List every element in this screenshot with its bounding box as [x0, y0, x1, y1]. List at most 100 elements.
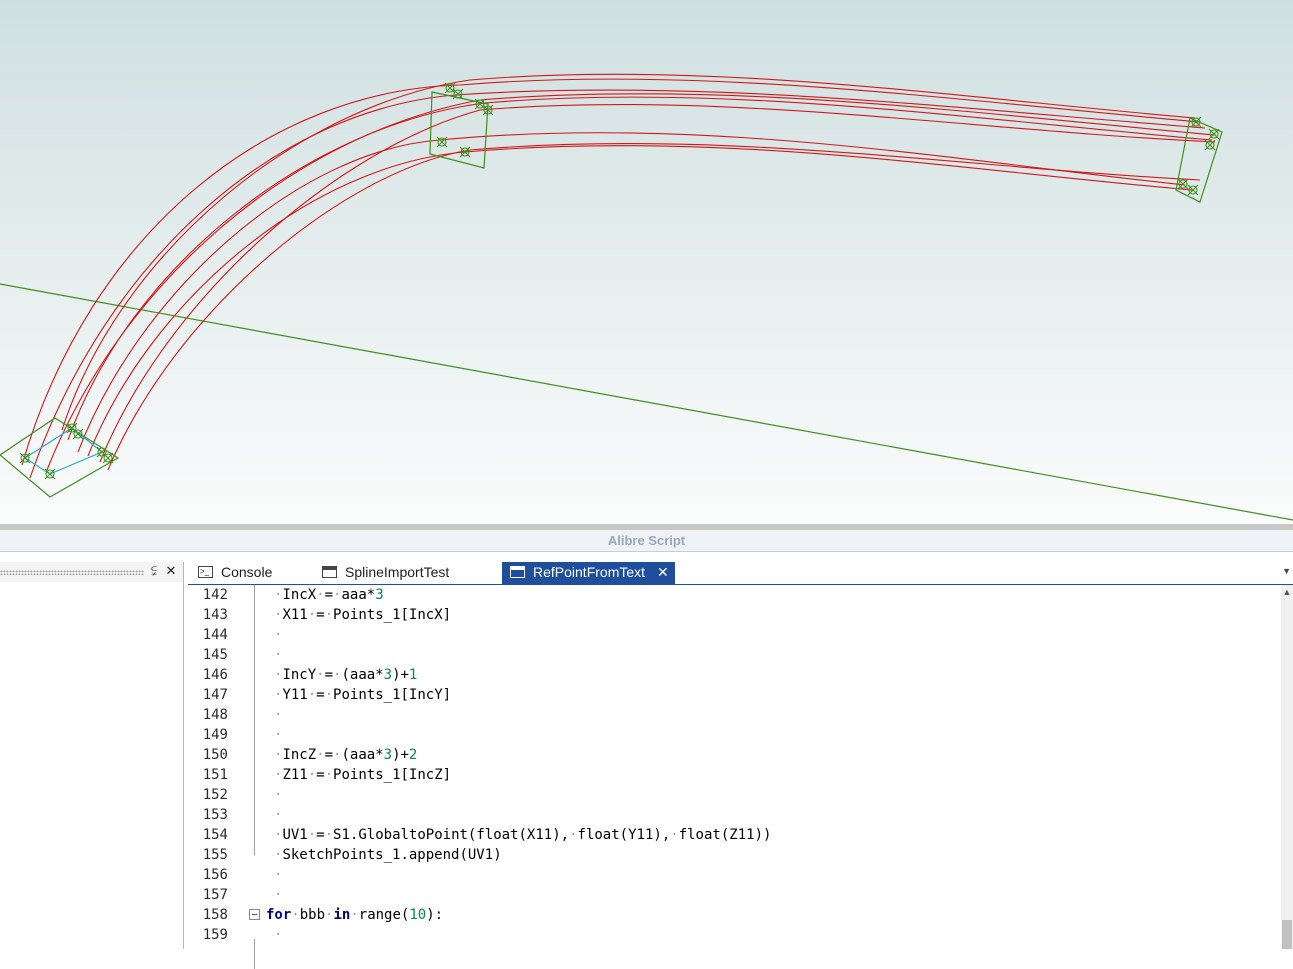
point-marker	[482, 104, 494, 116]
code-line[interactable]: 154 ·UV1·=·S1.GlobaltoPoint(float(X11),·f…	[188, 825, 1281, 845]
reference-axis-line	[0, 283, 1293, 521]
code-line[interactable]: 157 ·	[188, 885, 1281, 905]
sketch-point-markers	[19, 82, 1220, 480]
point-marker	[1190, 116, 1202, 128]
code-line[interactable]: 146 ·IncY·=·(aaa*3)+1	[188, 665, 1281, 685]
code-text: ·	[274, 927, 283, 943]
pane-grip[interactable]	[0, 570, 144, 575]
code-line[interactable]: 159 ·	[188, 925, 1281, 945]
code-text: ·	[274, 787, 283, 803]
code-text: ·SketchPoints_1.append(UV1)	[274, 847, 502, 863]
code-line[interactable]: 149 ·	[188, 725, 1281, 745]
code-text: ·IncY·=·(aaa*3)+1	[274, 667, 418, 683]
line-number: 157	[202, 887, 228, 903]
console-icon: >_	[198, 566, 213, 579]
line-number: 143	[202, 607, 228, 623]
close-icon[interactable]: ✕	[164, 563, 178, 579]
code-text: ·	[274, 707, 283, 723]
spline-curve	[29, 89, 1206, 479]
line-number: 148	[202, 707, 228, 723]
point-marker	[1177, 178, 1189, 190]
code-text: ·X11·=·Points_1[IncX]	[274, 607, 452, 623]
collapse-block-icon[interactable]	[249, 909, 260, 920]
point-marker	[452, 88, 464, 100]
code-text: ·UV1·=·S1.GlobaltoPoint(float(X11),·floa…	[274, 827, 772, 843]
code-text: ·	[274, 647, 283, 663]
point-marker	[44, 468, 56, 480]
script-window-icon	[510, 566, 525, 579]
point-marker	[459, 146, 471, 158]
tab-list-dropdown-icon[interactable]: ▼	[1282, 566, 1291, 576]
line-number: 147	[202, 687, 228, 703]
script-window-icon	[322, 566, 337, 579]
fold-guide	[254, 585, 255, 855]
3d-viewport[interactable]	[0, 0, 1293, 524]
tab-splineimporttest[interactable]: SplineImportTest	[322, 562, 449, 584]
scroll-up-icon[interactable]: ▲	[1281, 587, 1293, 599]
line-number: 153	[202, 807, 228, 823]
spline-curve	[107, 142, 1201, 471]
code-line[interactable]: 155 ·SketchPoints_1.append(UV1)	[188, 845, 1281, 865]
close-tab-icon[interactable]: ✕	[657, 562, 669, 583]
code-line[interactable]: 144 ·	[188, 625, 1281, 645]
code-text: ·	[274, 627, 283, 643]
line-number: 144	[202, 627, 228, 643]
code-line[interactable]: 156 ·	[188, 865, 1281, 885]
point-marker	[436, 136, 448, 148]
line-number: 145	[202, 647, 228, 663]
code-line[interactable]: 153 ·	[188, 805, 1281, 825]
code-line[interactable]: 151 ·Z11·=·Points_1[IncZ]	[188, 765, 1281, 785]
tab-label: SplineImportTest	[345, 564, 450, 580]
code-line[interactable]: 142 ·IncX·=·aaa*3	[188, 585, 1281, 605]
code-line[interactable]: 152 ·	[188, 785, 1281, 805]
left-dock-pane: ⫋ ✕	[0, 562, 184, 949]
spline-curve	[46, 93, 1216, 471]
line-number: 154	[202, 827, 228, 843]
code-line[interactable]: 145 ·	[188, 645, 1281, 665]
pin-icon[interactable]: ⫋	[147, 563, 161, 579]
line-number: 149	[202, 727, 228, 743]
sketch-plane-start	[0, 417, 120, 498]
editor-vertical-scrollbar[interactable]: ▲	[1281, 585, 1293, 949]
line-number: 155	[202, 847, 228, 863]
code-line[interactable]: 150 ·IncZ·=·(aaa*3)+2	[188, 745, 1281, 765]
panel-title: Alibre Script	[0, 530, 1293, 552]
tab-label: Console	[221, 564, 273, 580]
point-marker	[72, 428, 84, 440]
line-number: 151	[202, 767, 228, 783]
code-text: ·	[274, 727, 283, 743]
tab-console[interactable]: >_ Console	[198, 562, 272, 584]
code-line[interactable]: 158 for·bbb·in·range(10):	[188, 905, 1281, 925]
code-text: for·bbb·in·range(10):	[266, 907, 444, 923]
left-pane-header: ⫋ ✕	[0, 562, 183, 582]
point-marker	[474, 98, 486, 110]
code-text: ·IncX·=·aaa*3	[274, 587, 384, 603]
line-number: 156	[202, 867, 228, 883]
tab-refpointfromtext[interactable]: RefPointFromText ✕	[502, 562, 675, 584]
code-line[interactable]: 143 ·X11·=·Points_1[IncX]	[188, 605, 1281, 625]
code-editor[interactable]: 142 ·IncX·=·aaa*3 143 ·X11·=·Points_1[IncX]…	[188, 585, 1281, 969]
code-line[interactable]: 148 ·	[188, 705, 1281, 725]
point-marker	[444, 82, 456, 94]
point-marker	[102, 452, 114, 464]
point-marker	[1208, 128, 1220, 140]
line-number: 158	[202, 907, 228, 923]
spline-curve	[67, 96, 1213, 441]
fold-guide	[254, 939, 255, 969]
code-text: ·IncZ·=·(aaa*3)+2	[274, 747, 418, 763]
code-text: ·	[274, 867, 283, 883]
code-text: ·	[274, 887, 283, 903]
code-text: ·	[274, 807, 283, 823]
code-text: ·Y11·=·Points_1[IncY]	[274, 687, 452, 703]
spline-model-view	[0, 73, 1293, 521]
scrollbar-thumb[interactable]	[1282, 920, 1292, 949]
spline-curve	[61, 73, 1196, 431]
code-line[interactable]: 147 ·Y11·=·Points_1[IncY]	[188, 685, 1281, 705]
point-marker	[1204, 139, 1216, 151]
point-marker	[1187, 184, 1199, 196]
tab-label: RefPointFromText	[533, 564, 646, 580]
spline-curve	[99, 103, 1216, 463]
script-tab-bar: >_ Console SplineImportTest RefPointFromT…	[188, 562, 1293, 585]
sketch-frames	[0, 91, 1223, 498]
line-number: 152	[202, 787, 228, 803]
